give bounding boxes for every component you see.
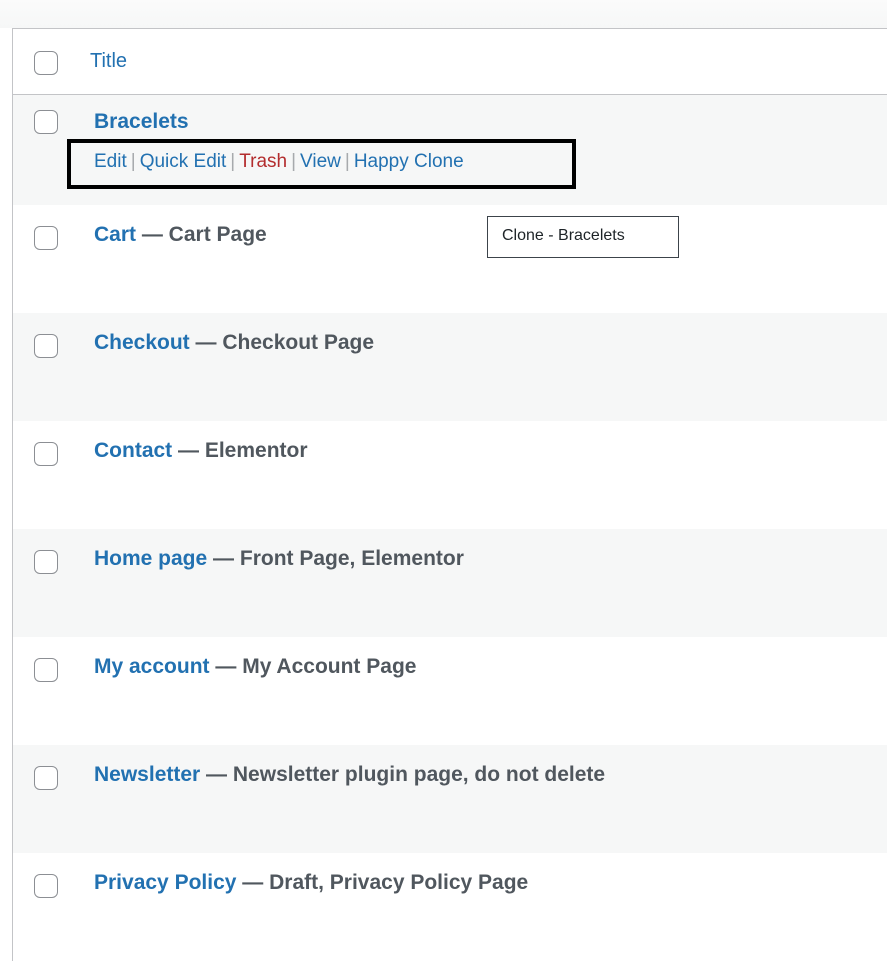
- row-title: Contact — Elementor: [94, 439, 308, 463]
- table-row: Newsletter — Newsletter plugin page, do …: [13, 745, 887, 853]
- table-row: Cart — Cart Page: [13, 205, 887, 313]
- row-checkbox[interactable]: [34, 226, 58, 250]
- row-checkbox[interactable]: [34, 442, 58, 466]
- edit-link[interactable]: Edit: [94, 151, 127, 172]
- page-title-link[interactable]: Privacy Policy: [94, 871, 236, 894]
- page-title-link[interactable]: Contact: [94, 439, 172, 462]
- post-state: — Elementor: [172, 439, 308, 462]
- page-title-link[interactable]: Home page: [94, 547, 207, 570]
- table-header-row: Title: [13, 29, 887, 95]
- page-top-background: [0, 0, 887, 28]
- post-state: — Cart Page: [136, 223, 267, 246]
- row-title: Bracelets: [94, 110, 189, 134]
- table-row: Privacy Policy — Draft, Privacy Policy P…: [13, 853, 887, 961]
- quick-edit-link[interactable]: Quick Edit: [140, 151, 227, 172]
- row-title: Checkout — Checkout Page: [94, 331, 374, 355]
- view-link[interactable]: View: [300, 151, 341, 172]
- separator: |: [291, 151, 297, 172]
- table-row: Home page — Front Page, Elementor: [13, 529, 887, 637]
- row-checkbox[interactable]: [34, 766, 58, 790]
- separator: |: [230, 151, 236, 172]
- row-title: Home page — Front Page, Elementor: [94, 547, 464, 571]
- title-column-header[interactable]: Title: [90, 50, 127, 73]
- page-title-link[interactable]: Newsletter: [94, 763, 200, 786]
- post-state: — Draft, Privacy Policy Page: [236, 871, 529, 894]
- separator: |: [344, 151, 350, 172]
- trash-link[interactable]: Trash: [239, 151, 287, 172]
- clone-tooltip: Clone - Bracelets: [487, 216, 679, 258]
- row-checkbox[interactable]: [34, 874, 58, 898]
- row-checkbox[interactable]: [34, 334, 58, 358]
- post-state: — My Account Page: [209, 655, 417, 678]
- table-row: Contact — Elementor: [13, 421, 887, 529]
- separator: |: [130, 151, 136, 172]
- page-title-link[interactable]: Cart: [94, 223, 136, 246]
- row-checkbox[interactable]: [34, 110, 58, 134]
- row-checkbox[interactable]: [34, 658, 58, 682]
- row-title: Newsletter — Newsletter plugin page, do …: [94, 763, 605, 787]
- row-title: Privacy Policy — Draft, Privacy Policy P…: [94, 871, 528, 895]
- page-title-link[interactable]: My account: [94, 655, 210, 678]
- pages-list-table: Title Bracelets Edit | Quick Edit | Trash | Vi…: [12, 28, 887, 961]
- select-all-checkbox[interactable]: [34, 51, 58, 75]
- page-title-link[interactable]: Bracelets: [94, 110, 189, 133]
- post-state: — Checkout Page: [189, 331, 375, 354]
- page-title-link[interactable]: Checkout: [94, 331, 190, 354]
- table-row: Checkout — Checkout Page: [13, 313, 887, 421]
- row-checkbox[interactable]: [34, 550, 58, 574]
- row-actions-highlighted: Edit | Quick Edit | Trash | View | Happy Clone: [67, 139, 576, 189]
- happy-clone-link[interactable]: Happy Clone: [354, 151, 464, 172]
- table-row: My account — My Account Page: [13, 637, 887, 745]
- row-title: My account — My Account Page: [94, 655, 416, 679]
- row-title: Cart — Cart Page: [94, 223, 267, 247]
- table-row: Bracelets Edit | Quick Edit | Trash | View | Hap…: [13, 95, 887, 205]
- post-state: — Newsletter plugin page, do not delete: [200, 763, 606, 786]
- post-state: — Front Page, Elementor: [207, 547, 464, 570]
